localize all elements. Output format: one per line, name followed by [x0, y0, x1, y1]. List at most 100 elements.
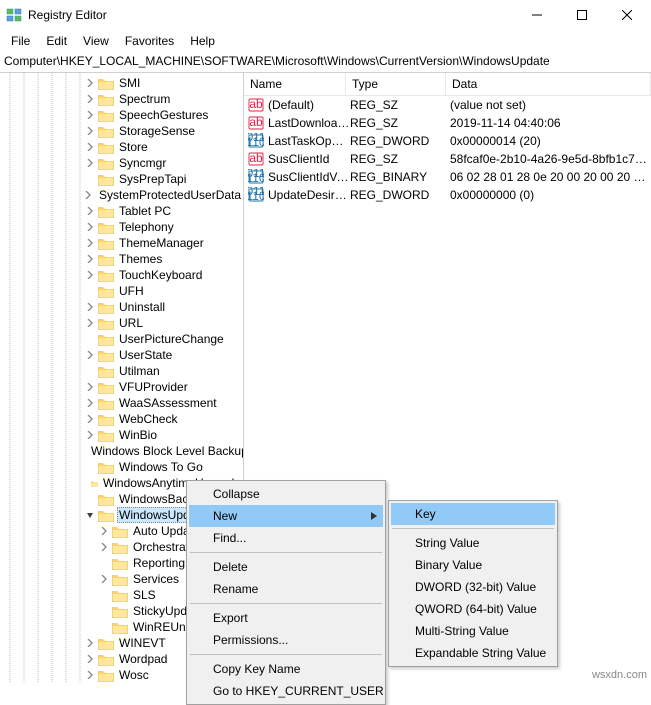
close-button[interactable]	[604, 1, 649, 30]
tree-item[interactable]: ThemeManager	[0, 235, 243, 251]
value-data: 58fcaf0e-2b10-4a26-9e5d-8bfb1c79222d	[450, 152, 651, 166]
tree-item[interactable]: Store	[0, 139, 243, 155]
menubar: File Edit View Favorites Help	[0, 30, 651, 52]
value-row[interactable]: SusClientIdREG_SZ58fcaf0e-2b10-4a26-9e5d…	[244, 150, 651, 168]
chevron-right-icon[interactable]	[84, 413, 96, 425]
menu-edit[interactable]: Edit	[39, 32, 74, 50]
value-row[interactable]: LastDownloadsP...REG_SZ2019-11-14 04:40:…	[244, 114, 651, 132]
tree-item[interactable]: WaaSAssessment	[0, 395, 243, 411]
chevron-right-icon[interactable]	[84, 125, 96, 137]
menu-item[interactable]: Find...	[189, 527, 383, 549]
tree-item[interactable]: TouchKeyboard	[0, 267, 243, 283]
menu-item[interactable]: DWORD (32-bit) Value	[391, 576, 555, 598]
value-row[interactable]: UpdateDesiredVi...REG_DWORD0x00000000 (0…	[244, 186, 651, 204]
menu-item[interactable]: Expandable String Value	[391, 642, 555, 664]
chevron-right-icon[interactable]	[84, 189, 92, 201]
chevron-right-icon[interactable]	[84, 221, 96, 233]
tree-item[interactable]: SystemProtectedUserData	[0, 187, 243, 203]
chevron-right-icon[interactable]	[84, 653, 96, 665]
tree-item[interactable]: Tablet PC	[0, 203, 243, 219]
tree-item[interactable]: Windows Block Level Backup	[0, 443, 243, 459]
chevron-right-icon[interactable]	[98, 573, 110, 585]
menu-item[interactable]: Rename	[189, 578, 383, 600]
maximize-button[interactable]	[559, 1, 604, 30]
menu-file[interactable]: File	[4, 32, 37, 50]
tree-item[interactable]: WebCheck	[0, 411, 243, 427]
menu-item[interactable]: Copy Key Name	[189, 658, 383, 680]
chevron-right-icon[interactable]	[84, 637, 96, 649]
menu-item[interactable]: Permissions...	[189, 629, 383, 651]
chevron-down-icon[interactable]	[84, 509, 96, 521]
chevron-right-icon[interactable]	[84, 237, 96, 249]
menu-item[interactable]: Binary Value	[391, 554, 555, 576]
chevron-right-icon[interactable]	[84, 77, 96, 89]
menu-item-label: Go to HKEY_CURRENT_USER	[213, 684, 384, 698]
menu-favorites[interactable]: Favorites	[118, 32, 181, 50]
col-header-data[interactable]: Data	[446, 73, 651, 95]
tree-item[interactable]: VFUProvider	[0, 379, 243, 395]
menu-item[interactable]: Multi-String Value	[391, 620, 555, 642]
chevron-right-icon[interactable]	[84, 141, 96, 153]
tree-item[interactable]: WinBio	[0, 427, 243, 443]
menu-item[interactable]: New	[189, 505, 383, 527]
chevron-right-icon[interactable]	[84, 109, 96, 121]
tree-item-label: UserPictureChange	[117, 332, 226, 346]
menu-item[interactable]: QWORD (64-bit) Value	[391, 598, 555, 620]
folder-icon	[98, 461, 114, 474]
menu-item[interactable]: Export	[189, 607, 383, 629]
tree-item[interactable]: Windows To Go	[0, 459, 243, 475]
tree-item[interactable]: UserPictureChange	[0, 331, 243, 347]
chevron-right-icon[interactable]	[84, 397, 96, 409]
folder-icon	[98, 157, 114, 170]
chevron-right-icon[interactable]	[84, 253, 96, 265]
folder-icon	[98, 269, 114, 282]
value-row[interactable]: (Default)REG_SZ(value not set)	[244, 96, 651, 114]
tree-item[interactable]: Syncmgr	[0, 155, 243, 171]
chevron-right-icon	[84, 285, 96, 297]
chevron-right-icon[interactable]	[84, 669, 96, 681]
chevron-right-icon[interactable]	[84, 349, 96, 361]
chevron-right-icon[interactable]	[84, 317, 96, 329]
tree-item[interactable]: StorageSense	[0, 123, 243, 139]
chevron-right-icon[interactable]	[98, 525, 110, 537]
chevron-right-icon[interactable]	[84, 381, 96, 393]
folder-icon	[98, 669, 114, 682]
chevron-right-icon[interactable]	[84, 157, 96, 169]
minimize-button[interactable]	[514, 1, 559, 30]
menu-item[interactable]: String Value	[391, 532, 555, 554]
folder-icon	[98, 301, 114, 314]
chevron-right-icon[interactable]	[84, 93, 96, 105]
menu-item[interactable]: Key	[391, 503, 555, 525]
menu-item-label: Expandable String Value	[415, 646, 546, 660]
menu-item[interactable]: Go to HKEY_CURRENT_USER	[189, 680, 383, 702]
tree-item[interactable]: Themes	[0, 251, 243, 267]
menu-item[interactable]: Collapse	[189, 483, 383, 505]
tree-item[interactable]: Utilman	[0, 363, 243, 379]
value-row[interactable]: SusClientIdValid...REG_BINARY06 02 28 01…	[244, 168, 651, 186]
chevron-right-icon[interactable]	[84, 301, 96, 313]
tree-item[interactable]: SpeechGestures	[0, 107, 243, 123]
chevron-right-icon[interactable]	[98, 541, 110, 553]
chevron-right-icon[interactable]	[84, 269, 96, 281]
col-header-type[interactable]: Type	[346, 73, 446, 95]
tree-item[interactable]: Telephony	[0, 219, 243, 235]
context-menu[interactable]: CollapseNewFind... DeleteRename ExportPerm…	[186, 480, 386, 705]
chevron-right-icon[interactable]	[84, 205, 96, 217]
tree-item[interactable]: Spectrum	[0, 91, 243, 107]
tree-item[interactable]: URL	[0, 315, 243, 331]
col-header-name[interactable]: Name	[244, 73, 346, 95]
chevron-right-icon[interactable]	[84, 429, 96, 441]
value-row[interactable]: LastTaskOperati...REG_DWORD0x00000014 (2…	[244, 132, 651, 150]
tree-item[interactable]: Uninstall	[0, 299, 243, 315]
tree-item[interactable]: SysPrepTapi	[0, 171, 243, 187]
tree-item[interactable]: SMI	[0, 75, 243, 91]
menu-view[interactable]: View	[76, 32, 116, 50]
folder-icon	[98, 237, 114, 250]
tree-item[interactable]: UFH	[0, 283, 243, 299]
menu-item[interactable]: Delete	[189, 556, 383, 578]
menu-help[interactable]: Help	[183, 32, 222, 50]
chevron-right-icon	[84, 493, 96, 505]
context-submenu-new[interactable]: Key String ValueBinary ValueDWORD (32-bit…	[388, 500, 558, 667]
tree-item[interactable]: UserState	[0, 347, 243, 363]
address-bar[interactable]: Computer\HKEY_LOCAL_MACHINE\SOFTWARE\Mic…	[0, 52, 651, 73]
